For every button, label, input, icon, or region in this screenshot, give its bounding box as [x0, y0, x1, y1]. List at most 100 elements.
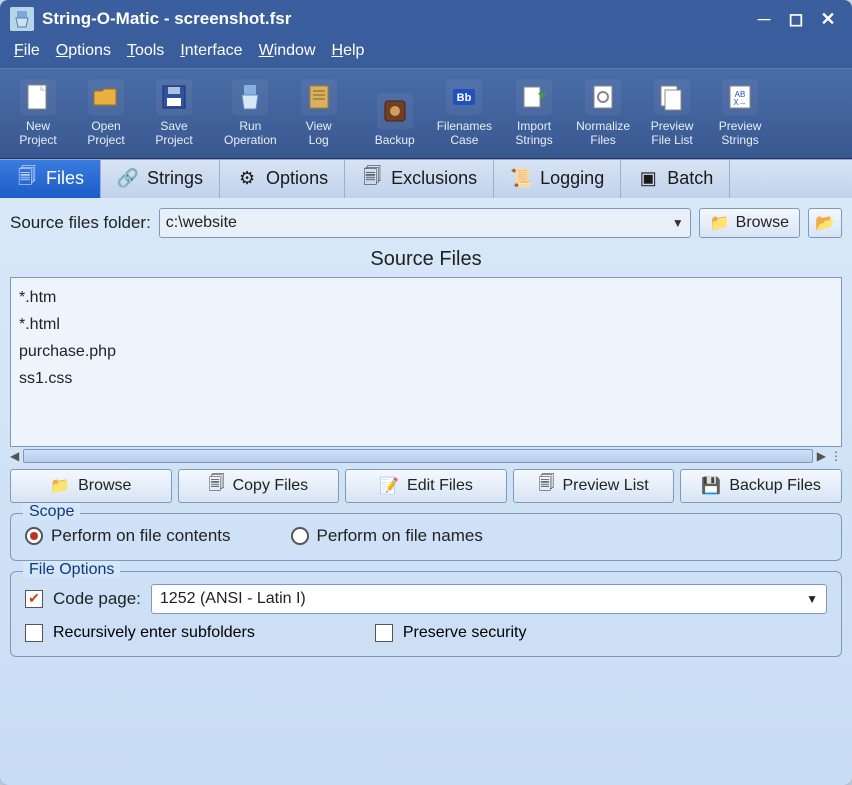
backup-icon — [377, 93, 413, 129]
chevron-down-icon: ▼ — [806, 592, 818, 606]
tab-files[interactable]: 🗐Files — [0, 160, 101, 198]
folder-icon: 📁 — [710, 213, 730, 233]
tb-view-log[interactable]: View Log — [285, 75, 353, 152]
file-options-legend: File Options — [23, 561, 120, 579]
menu-help[interactable]: Help — [332, 42, 365, 60]
edit-icon: 📝 — [379, 476, 399, 496]
source-folder-row: Source files folder: c:\website ▼ 📁 Brow… — [10, 208, 842, 238]
normalize-icon — [585, 79, 621, 115]
content-panel: Source files folder: c:\website ▼ 📁 Brow… — [0, 198, 852, 785]
recursive-checkbox[interactable] — [25, 624, 43, 642]
app-window: String-O-Matic - screenshot.fsr ─ ◻ ✕ Fi… — [0, 0, 852, 785]
backup-files-button[interactable]: 💾Backup Files — [680, 469, 842, 503]
preserve-security-checkbox-row[interactable]: Preserve security — [375, 624, 527, 642]
browse-folder-button[interactable]: 📁 Browse — [699, 208, 800, 238]
scroll-icon: 📜 — [510, 168, 532, 190]
tb-new-project[interactable]: New Project — [4, 75, 72, 152]
list-item[interactable]: *.html — [19, 311, 833, 338]
scroll-track[interactable] — [23, 449, 813, 463]
svg-text:Bb: Bb — [457, 92, 472, 104]
horizontal-scrollbar[interactable]: ◀ ▶ ⋮ — [10, 449, 842, 463]
backup-icon: 💾 — [701, 476, 721, 496]
open-folder-button[interactable]: 📂 — [808, 208, 842, 238]
folder-open-icon — [88, 79, 124, 115]
files-icon: 🗐 — [16, 168, 38, 190]
menu-tools[interactable]: Tools — [127, 42, 164, 60]
tab-options[interactable]: ⚙Options — [220, 160, 345, 198]
tb-preview-file-list[interactable]: Preview File List — [638, 75, 706, 152]
source-folder-value: c:\website — [166, 214, 237, 232]
maximize-button[interactable]: ◻ — [782, 8, 810, 30]
folder-icon: 📁 — [50, 476, 70, 496]
menu-interface[interactable]: Interface — [180, 42, 242, 60]
file-new-icon — [20, 79, 56, 115]
radio-icon — [291, 527, 309, 545]
file-options-fieldset: File Options Code page: 1252 (ANSI - Lat… — [10, 571, 842, 657]
tb-run-operation[interactable]: Run Operation — [216, 75, 285, 152]
browse-files-button[interactable]: 📁Browse — [10, 469, 172, 503]
grip-icon: ⋮ — [830, 449, 842, 463]
import-icon — [516, 79, 552, 115]
case-icon: Bb — [446, 79, 482, 115]
app-icon — [10, 7, 34, 31]
radio-icon — [25, 527, 43, 545]
recursive-checkbox-row[interactable]: Recursively enter subfolders — [25, 624, 255, 642]
list-item[interactable]: *.htm — [19, 284, 833, 311]
folder-open-icon: 📂 — [815, 213, 835, 233]
tb-normalize-files[interactable]: Normalize Files — [568, 75, 638, 152]
chevron-down-icon: ▼ — [672, 216, 684, 230]
copy-icon: 🗐 — [209, 472, 225, 499]
menubar: File Options Tools Interface Window Help — [0, 38, 852, 68]
tab-strings[interactable]: 🔗Strings — [101, 160, 220, 198]
tb-backup[interactable]: Backup — [361, 75, 429, 152]
copy-files-button[interactable]: 🗐Copy Files — [178, 469, 340, 503]
window-title: String-O-Matic - screenshot.fsr — [42, 9, 746, 29]
preview-list-button[interactable]: 🗐Preview List — [513, 469, 675, 503]
scope-fieldset: Scope Perform on file contents Perform o… — [10, 513, 842, 561]
edit-files-button[interactable]: 📝Edit Files — [345, 469, 507, 503]
preview-strings-icon: ABX→ — [722, 79, 758, 115]
terminal-icon: ▣ — [637, 168, 659, 190]
menu-window[interactable]: Window — [259, 42, 316, 60]
tab-bar: 🗐Files 🔗Strings ⚙Options 🗐Exclusions 📜Lo… — [0, 159, 852, 198]
tb-import-strings[interactable]: Import Strings — [500, 75, 568, 152]
scope-legend: Scope — [23, 503, 80, 521]
link-icon: 🔗 — [117, 168, 139, 190]
scroll-left-icon[interactable]: ◀ — [10, 449, 19, 463]
code-page-combo[interactable]: 1252 (ANSI - Latin I) ▼ — [151, 584, 827, 614]
tab-batch[interactable]: ▣Batch — [621, 160, 730, 198]
minimize-button[interactable]: ─ — [750, 8, 778, 30]
run-icon — [232, 79, 268, 115]
radio-names[interactable]: Perform on file names — [291, 526, 483, 546]
preview-list-icon — [654, 79, 690, 115]
tab-exclusions[interactable]: 🗐Exclusions — [345, 160, 494, 198]
menu-options[interactable]: Options — [56, 42, 111, 60]
gear-icon: ⚙ — [236, 168, 258, 190]
tab-logging[interactable]: 📜Logging — [494, 160, 621, 198]
tb-filenames-case[interactable]: BbFilenames Case — [429, 75, 500, 152]
toolbar: New Project Open Project Save Project Ru… — [0, 68, 852, 159]
save-icon — [156, 79, 192, 115]
tb-save-project[interactable]: Save Project — [140, 75, 208, 152]
file-actions-row: 📁Browse 🗐Copy Files 📝Edit Files 🗐Preview… — [10, 469, 842, 503]
tb-open-project[interactable]: Open Project — [72, 75, 140, 152]
source-folder-label: Source files folder: — [10, 213, 151, 233]
code-page-checkbox[interactable] — [25, 590, 43, 608]
tb-preview-strings[interactable]: ABX→Preview Strings — [706, 75, 774, 152]
log-icon — [301, 79, 337, 115]
exclude-icon: 🗐 — [361, 168, 383, 190]
source-files-list[interactable]: *.htm *.html purchase.php ss1.css — [10, 277, 842, 447]
radio-contents[interactable]: Perform on file contents — [25, 526, 231, 546]
source-files-heading: Source Files — [10, 248, 842, 271]
titlebar: String-O-Matic - screenshot.fsr ─ ◻ ✕ — [0, 0, 852, 38]
scroll-right-icon[interactable]: ▶ — [817, 449, 826, 463]
preserve-checkbox[interactable] — [375, 624, 393, 642]
code-page-label: Code page: — [53, 589, 141, 609]
close-button[interactable]: ✕ — [814, 8, 842, 30]
list-item[interactable]: purchase.php — [19, 338, 833, 365]
menu-file[interactable]: File — [14, 42, 40, 60]
source-folder-combo[interactable]: c:\website ▼ — [159, 208, 691, 238]
preview-icon: 🗐 — [538, 472, 554, 499]
svg-text:X→: X→ — [733, 98, 746, 107]
list-item[interactable]: ss1.css — [19, 365, 833, 392]
